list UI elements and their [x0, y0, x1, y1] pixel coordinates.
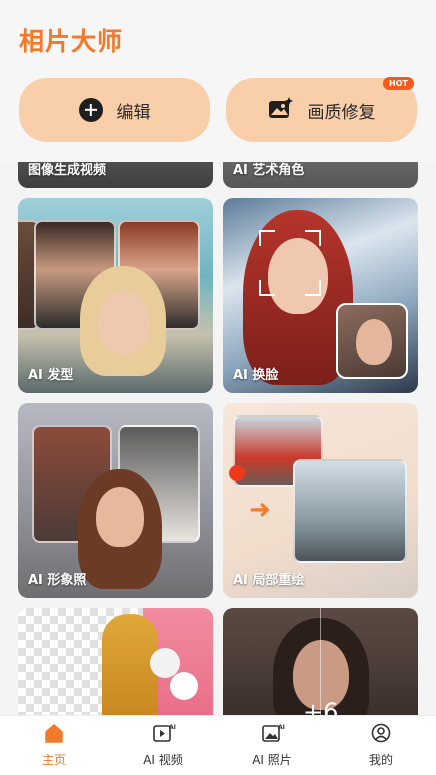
app-root: 图像生成视频 AI 艺术角色 AI 发型 AI 换脸 AI 形象照 ➜ AI 局… [0, 0, 436, 775]
app-title: 相片大师 [19, 27, 124, 56]
plus-circle-icon [78, 98, 103, 122]
ai-video-icon: AI [152, 722, 176, 744]
card-ai-portrait[interactable]: AI 形象照 [18, 403, 213, 598]
card-more-features[interactable]: +6 [223, 608, 418, 728]
balloon-shape [170, 672, 198, 700]
hot-badge: HOT [383, 77, 414, 90]
tab-label: 我的 [368, 753, 393, 767]
svg-text:AI: AI [278, 724, 285, 731]
frame-corner [305, 230, 321, 246]
card-background-remove[interactable] [18, 608, 213, 728]
card-label: AI 发型 [28, 368, 74, 383]
tab-ai-photo[interactable]: AI AI 照片 [227, 722, 317, 768]
frame-corner [259, 230, 275, 246]
frame-corner [305, 280, 321, 296]
edit-button-label: 编辑 [116, 102, 151, 123]
card-ai-inpainting[interactable]: ➜ AI 局部重绘 [223, 403, 418, 598]
card-ai-face-swap[interactable]: AI 换脸 [223, 198, 418, 393]
face-shape [356, 319, 392, 365]
profile-icon [370, 722, 392, 744]
card-label: AI 形象照 [28, 573, 87, 588]
face-shape [96, 487, 144, 547]
edit-button[interactable]: 编辑 [19, 78, 210, 142]
tab-profile[interactable]: 我的 [336, 722, 426, 768]
face-shape [268, 238, 328, 314]
bottom-tab-bar: 主页 AI AI 视频 AI AI 照片 我的 [0, 715, 436, 775]
tab-ai-video[interactable]: AI AI 视频 [118, 722, 208, 768]
tab-label: 主页 [41, 753, 66, 767]
top-header: 相片大师 编辑 画质修复 HOT [0, 0, 436, 162]
enhance-button-label: 画质修复 [307, 102, 376, 123]
card-label: AI 换脸 [233, 368, 279, 383]
arrow-icon: ➜ [249, 495, 271, 525]
tab-label: AI 照片 [252, 753, 292, 767]
svg-text:AI: AI [169, 724, 176, 731]
inpaint-result-photo [293, 459, 407, 563]
ai-photo-icon: AI [261, 722, 285, 744]
tab-label: AI 视频 [143, 753, 183, 767]
frame-corner [259, 280, 275, 296]
enhance-button[interactable]: 画质修复 HOT [226, 77, 417, 142]
image-sparkle-icon [268, 96, 294, 124]
tab-home[interactable]: 主页 [9, 722, 99, 768]
person-figure [102, 614, 158, 722]
card-ai-hairstyle[interactable]: AI 发型 [18, 198, 213, 393]
face-shape [98, 290, 150, 354]
home-icon [43, 722, 65, 744]
card-label: AI 局部重绘 [233, 573, 305, 588]
mask-dot [229, 465, 245, 481]
swap-source-photo [336, 303, 408, 379]
